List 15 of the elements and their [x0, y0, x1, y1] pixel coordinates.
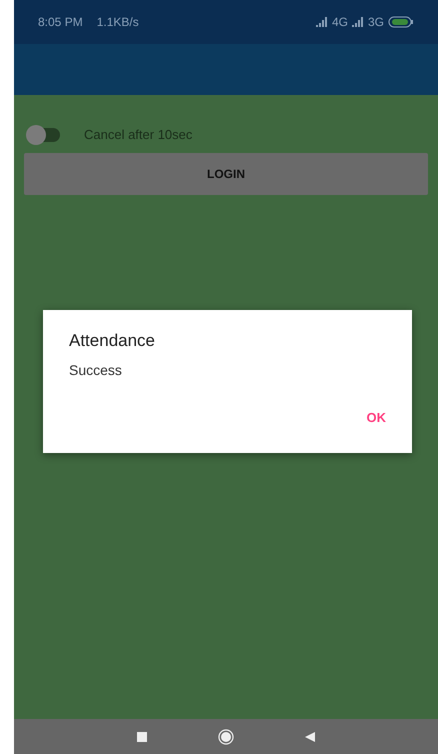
network-type-text: 3G — [368, 14, 384, 31]
battery-icon — [388, 16, 414, 28]
signal-icon — [316, 17, 328, 27]
login-button[interactable]: LOGIN — [24, 152, 428, 194]
back-icon[interactable] — [304, 730, 316, 742]
home-icon[interactable] — [218, 728, 234, 744]
dialog-title: Attendance — [69, 330, 156, 352]
dialog-message: Success — [69, 360, 123, 380]
toggle-label: Cancel after 10sec — [84, 126, 192, 144]
clock-text: 8:05 PM — [38, 14, 83, 31]
network-speed-text: 1.1KB/s — [96, 14, 139, 31]
network-type-text: 4G — [332, 14, 348, 31]
recents-icon[interactable] — [136, 730, 148, 742]
signal-icon — [352, 17, 364, 27]
ok-button[interactable]: OK — [358, 404, 394, 431]
